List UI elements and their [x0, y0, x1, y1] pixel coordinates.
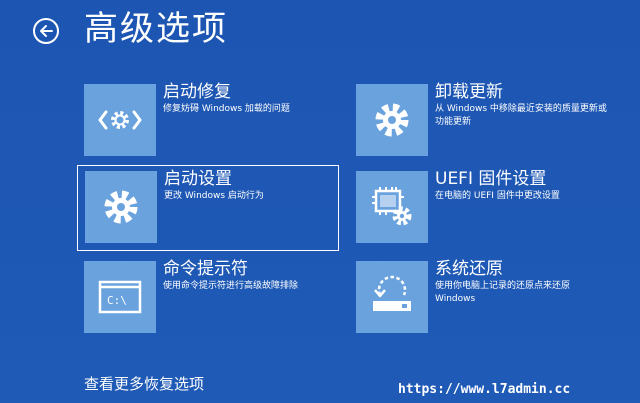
code-gear-icon	[84, 84, 156, 156]
more-recovery-options-link[interactable]: 查看更多恢复选项	[84, 374, 204, 394]
tile-description: 使用你电脑上记录的还原点来还原 Windows	[435, 281, 571, 304]
tile-description: 更改 Windows 启动行为	[164, 191, 264, 201]
back-button[interactable]	[33, 18, 59, 44]
tile-uninstall-updates[interactable]: 卸载更新 从 Windows 中移除最近安装的质量更新或功能更新	[356, 82, 616, 164]
tile-description: 在电脑的 UEFI 固件中更改设置	[435, 191, 560, 201]
tile-command-prompt[interactable]: C:\ 命令提示符 使用命令提示符进行高级故障排除	[84, 259, 334, 341]
svg-text:C:\: C:\	[107, 294, 127, 307]
advanced-options-screen: 高级选项 启动修复 修复妨碍 Windows 加载的问题 卸载更新 从 Wind…	[0, 0, 640, 403]
tile-uefi-firmware-settings[interactable]: UEFI 固件设置 在电脑的 UEFI 固件中更改设置	[356, 169, 616, 251]
tile-title: UEFI 固件设置	[435, 169, 547, 189]
tile-title: 卸载更新	[435, 82, 503, 102]
back-arrow-icon	[40, 25, 53, 37]
page-title: 高级选项	[84, 9, 228, 49]
tile-title: 系统还原	[435, 259, 503, 279]
tile-description: 从 Windows 中移除最近安装的质量更新或功能更新	[435, 104, 607, 127]
gear-icon	[356, 84, 428, 156]
tile-title: 启动修复	[163, 82, 231, 102]
tile-description: 修复妨碍 Windows 加载的问题	[163, 104, 290, 114]
tile-system-restore[interactable]: 系统还原 使用你电脑上记录的还原点来还原 Windows	[356, 259, 616, 341]
tile-title: 命令提示符	[163, 259, 248, 279]
tile-startup-settings[interactable]: 启动设置 更改 Windows 启动行为	[77, 165, 339, 251]
watermark: https://www.l7admin.cc	[398, 382, 571, 397]
tile-startup-repair[interactable]: 启动修复 修复妨碍 Windows 加载的问题	[84, 82, 334, 164]
tile-description: 使用命令提示符进行高级故障排除	[163, 281, 299, 291]
chip-gear-icon	[356, 171, 428, 243]
tile-title: 启动设置	[164, 169, 232, 189]
command-prompt-icon: C:\	[84, 261, 156, 333]
restore-icon	[356, 261, 428, 333]
gear-icon	[85, 171, 157, 243]
